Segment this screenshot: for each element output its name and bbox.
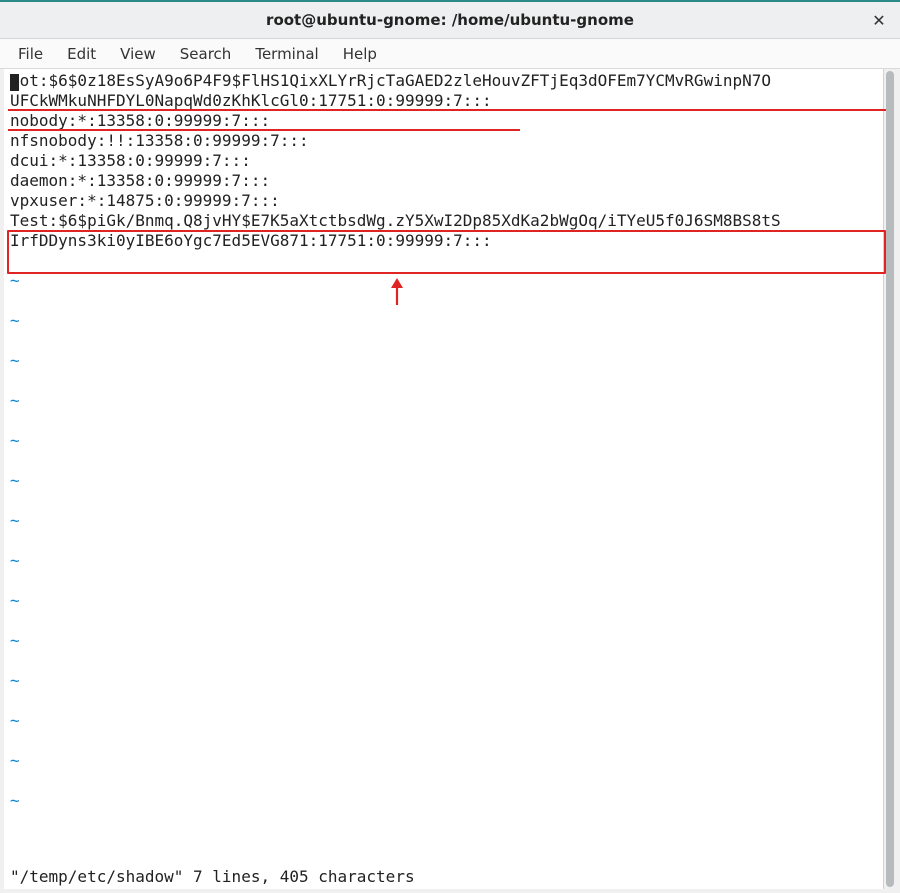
- vim-tilde: ~: [10, 471, 20, 490]
- menu-terminal[interactable]: Terminal: [243, 41, 330, 67]
- titlebar[interactable]: root@ubuntu-gnome: /home/ubuntu-gnome ✕: [0, 2, 900, 39]
- terminal-output[interactable]: oot:$6$0z18EsSyA9o6P4F9$FlHS1QixXLYrRjcT…: [4, 69, 883, 889]
- window-title: root@ubuntu-gnome: /home/ubuntu-gnome: [266, 11, 634, 29]
- terminal-container: oot:$6$0z18EsSyA9o6P4F9$FlHS1QixXLYrRjcT…: [0, 69, 900, 893]
- close-icon[interactable]: ✕: [870, 11, 888, 29]
- line-root-a: oot:$6$0z18EsSyA9o6P4F9$FlHS1QixXLYrRjcT…: [10, 71, 771, 90]
- line-daemon: daemon:*:13358:0:99999:7:::: [10, 171, 270, 190]
- line-test-a: Test:$6$piGk/Bnmq.Q8jvHY$E7K5aXtctbsdWg.…: [10, 211, 781, 230]
- line-root-b: UFCkWMkuNHFDYL0NapqWd0zKhKlcGl0:17751:0:…: [10, 91, 492, 110]
- scrollbar-vertical[interactable]: [883, 69, 896, 889]
- vim-tilde: ~: [10, 391, 20, 410]
- vim-tilde: ~: [10, 511, 20, 530]
- line-dcui: dcui:*:13358:0:99999:7:::: [10, 151, 251, 170]
- text-cursor: [10, 74, 19, 91]
- vim-tilde: ~: [10, 271, 20, 290]
- vim-tilde: ~: [10, 751, 20, 770]
- scrollbar-thumb[interactable]: [886, 71, 894, 887]
- menu-help[interactable]: Help: [331, 41, 389, 67]
- vim-tilde: ~: [10, 551, 20, 570]
- menu-edit[interactable]: Edit: [55, 41, 108, 67]
- menu-search[interactable]: Search: [168, 41, 244, 67]
- menubar: File Edit View Search Terminal Help: [0, 39, 900, 69]
- line-nfsnobody: nfsnobody:!!:13358:0:99999:7:::: [10, 131, 309, 150]
- menu-file[interactable]: File: [6, 41, 55, 67]
- vim-tilde: ~: [10, 671, 20, 690]
- terminal-window: root@ubuntu-gnome: /home/ubuntu-gnome ✕ …: [0, 0, 900, 893]
- menu-view[interactable]: View: [108, 41, 168, 67]
- line-nobody: nobody:*:13358:0:99999:7:::: [10, 111, 270, 130]
- vim-tilde: ~: [10, 791, 20, 810]
- line-vpxuser: vpxuser:*:14875:0:99999:7:::: [10, 191, 280, 210]
- line-test-b: IrfDDyns3ki0yIBE6oYgc7Ed5EVG871:17751:0:…: [10, 231, 492, 250]
- vim-status-line: "/temp/etc/shadow" 7 lines, 405 characte…: [10, 867, 415, 887]
- vim-tilde: ~: [10, 431, 20, 450]
- vim-tilde: ~: [10, 631, 20, 650]
- vim-tilde: ~: [10, 711, 20, 730]
- vim-tilde: ~: [10, 311, 20, 330]
- vim-tilde: ~: [10, 591, 20, 610]
- vim-tilde: ~: [10, 351, 20, 370]
